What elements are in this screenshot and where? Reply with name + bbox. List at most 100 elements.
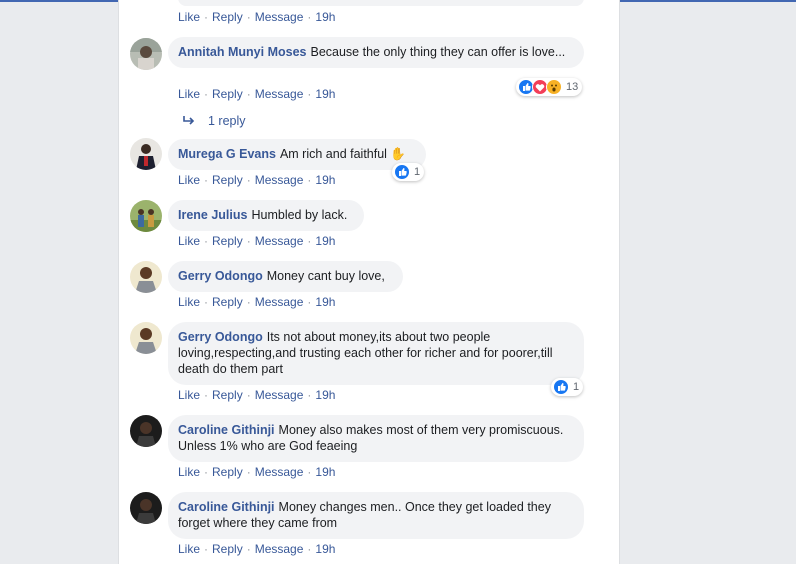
message-link[interactable]: Message [255,173,304,187]
separator: · [307,10,312,24]
separator: · [204,87,209,101]
reaction-count: 1 [414,166,421,178]
separator: · [307,542,312,556]
like-link[interactable]: Like [178,173,200,187]
avatar-photo [130,492,162,524]
avatar-photo [130,200,162,232]
comment-bubble: Irene Julius Humbled by lack. [168,200,364,231]
reaction-count: 1 [573,381,580,393]
comment-bubble: Caroline Githinji Money also makes most o… [168,415,584,462]
message-link[interactable]: Message [255,388,304,402]
comment-text: Am rich and faithful ✋ [279,147,406,161]
separator: · [204,465,209,479]
reply-link[interactable]: Reply [212,295,243,309]
like-link[interactable]: Like [178,465,200,479]
replies-count-label: 1 reply [208,114,246,128]
separator: · [307,295,312,309]
reply-link[interactable]: Reply [212,388,243,402]
separator: · [246,295,251,309]
reaction-summary[interactable]: 1 [551,378,584,396]
avatar[interactable] [130,38,162,70]
message-link[interactable]: Message [255,10,304,24]
separator: · [204,388,209,402]
like-link[interactable]: Like [178,10,200,24]
timestamp[interactable]: 19h [315,295,335,309]
like-icon [553,379,569,395]
reply-link[interactable]: Reply [212,173,243,187]
comment-bubble: Gerry Odongo Money cant buy love, [168,261,403,292]
separator: · [246,10,251,24]
separator: · [204,295,209,309]
timestamp[interactable]: 19h [315,87,335,101]
like-link[interactable]: Like [178,234,200,248]
separator: · [307,173,312,187]
comment-actions: Like · Reply · Message · 19h [178,542,335,556]
avatar[interactable] [130,322,162,354]
avatar[interactable] [130,492,162,524]
message-link[interactable]: Message [255,234,304,248]
reply-arrow-icon [183,116,195,125]
avatar-photo [130,415,162,447]
comment-bubble: Gerry Odongo Its not about money,its abou… [168,322,584,385]
reaction-summary[interactable]: 13 [516,78,583,96]
like-link[interactable]: Like [178,388,200,402]
avatar[interactable] [130,415,162,447]
separator: · [246,465,251,479]
like-link[interactable]: Like [178,295,200,309]
timestamp[interactable]: 19h [315,388,335,402]
comment-author[interactable]: Caroline Githinji [178,500,275,514]
reply-link[interactable]: Reply [212,87,243,101]
comment-bubble: Caroline Githinji Money changes men.. Onc… [168,492,584,539]
separator: · [204,173,209,187]
separator: · [307,465,312,479]
comment-actions: Like · Reply · Message · 19h [178,465,335,479]
avatar[interactable] [130,200,162,232]
comment-text: Money cant buy love, [266,269,385,283]
like-link[interactable]: Like [178,542,200,556]
avatar-photo [130,261,162,293]
message-link[interactable]: Message [255,465,304,479]
reply-link[interactable]: Reply [212,234,243,248]
wow-icon [546,79,562,95]
separator: · [307,388,312,402]
comment-author[interactable]: Gerry Odongo [178,330,263,344]
comment-text: Because the only thing they can offer is… [310,45,566,59]
message-link[interactable]: Message [255,87,304,101]
comment-author[interactable]: Murega G Evans [178,147,276,161]
avatar[interactable] [130,261,162,293]
separator: · [307,87,312,101]
message-link[interactable]: Message [255,295,304,309]
separator: · [204,542,209,556]
message-link[interactable]: Message [255,542,304,556]
separator: · [246,388,251,402]
separator: · [307,234,312,248]
timestamp[interactable]: 19h [315,542,335,556]
like-link[interactable]: Like [178,87,200,101]
reply-link[interactable]: Reply [212,465,243,479]
previous-comment-bubble [178,0,584,6]
avatar[interactable] [130,138,162,170]
reply-link[interactable]: Reply [212,542,243,556]
comment-author[interactable]: Irene Julius [178,208,247,222]
comment-author[interactable]: Gerry Odongo [178,269,263,283]
reaction-summary[interactable]: 1 [392,163,425,181]
separator: · [246,234,251,248]
comment-actions: Like · Reply · Message · 19h [178,173,335,187]
comment-bubble: Murega G Evans Am rich and faithful ✋ [168,139,426,170]
view-replies-link[interactable]: 1 reply [182,114,246,128]
previous-comment-actions: Like · Reply · Message · 19h [178,10,335,24]
comment-actions: Like · Reply · Message · 19h [178,388,335,402]
reaction-count: 13 [566,81,579,93]
separator: · [204,234,209,248]
separator: · [204,10,209,24]
separator: · [246,542,251,556]
like-icon [394,164,410,180]
timestamp[interactable]: 19h [315,10,335,24]
timestamp[interactable]: 19h [315,465,335,479]
timestamp[interactable]: 19h [315,234,335,248]
comment-author[interactable]: Caroline Githinji [178,423,275,437]
reply-link[interactable]: Reply [212,10,243,24]
comment-author[interactable]: Annitah Munyi Moses [178,45,306,59]
timestamp[interactable]: 19h [315,173,335,187]
comment-bubble: Annitah Munyi Moses Because the only thin… [168,37,584,68]
